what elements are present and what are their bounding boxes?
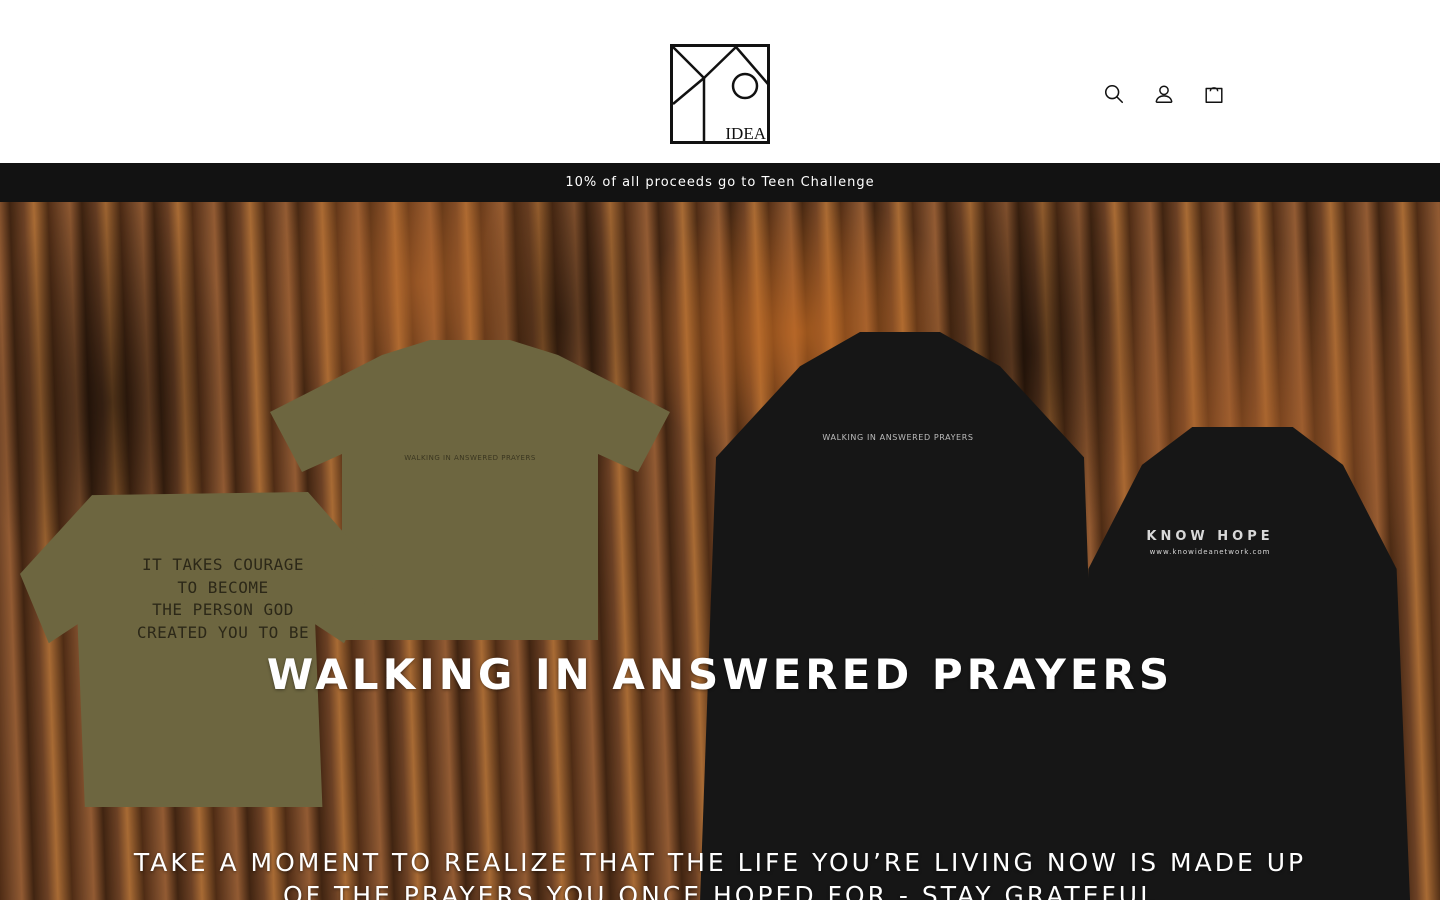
hero-banner: WALKING IN ANSWERED PRAYERS IT TAKES COU… [0, 202, 1440, 900]
cart-button[interactable] [1200, 80, 1228, 108]
account-icon [1155, 85, 1173, 103]
header-actions [1100, 80, 1228, 108]
tee-back-line: IT TAKES COURAGE [141, 555, 305, 574]
search-icon [1104, 84, 1124, 104]
tee-back-line: TO BECOME [177, 577, 269, 597]
hoodie-front-image [700, 332, 1100, 900]
hero-subheading: TAKE A MOMENT TO REALIZE THAT THE LIFE Y… [133, 848, 1307, 900]
hoodie-front-print: WALKING IN ANSWERED PRAYERS [822, 433, 974, 442]
tee-back-line: THE PERSON GOD [152, 600, 294, 619]
hoodie-back-url: www.knowideanetwork.com [1149, 548, 1271, 556]
tee-back-print: IT TAKES COURAGE TO BECOME THE PERSON GO… [110, 554, 336, 644]
search-button[interactable] [1100, 80, 1128, 108]
announcement-text: 10% of all proceeds go to Teen Challenge [565, 175, 875, 190]
logo-text: IDEA [725, 124, 766, 143]
site-header: IDEA [0, 0, 1440, 163]
store-logo[interactable]: IDEA [670, 44, 770, 144]
hoodie-back-print: KNOW HOPE www.knowideanetwork.com [1115, 529, 1305, 556]
hoodie-back-title: KNOW HOPE [1146, 529, 1274, 544]
account-button[interactable] [1150, 80, 1178, 108]
tee-front-print: WALKING IN ANSWERED PRAYERS [404, 454, 536, 462]
cart-icon [1205, 87, 1223, 103]
announcement-bar: 10% of all proceeds go to Teen Challenge [0, 163, 1440, 202]
tee-back-line: CREATED YOU TO BE [136, 622, 310, 642]
hero-heading: WALKING IN ANSWERED PRAYERS [266, 650, 1174, 699]
